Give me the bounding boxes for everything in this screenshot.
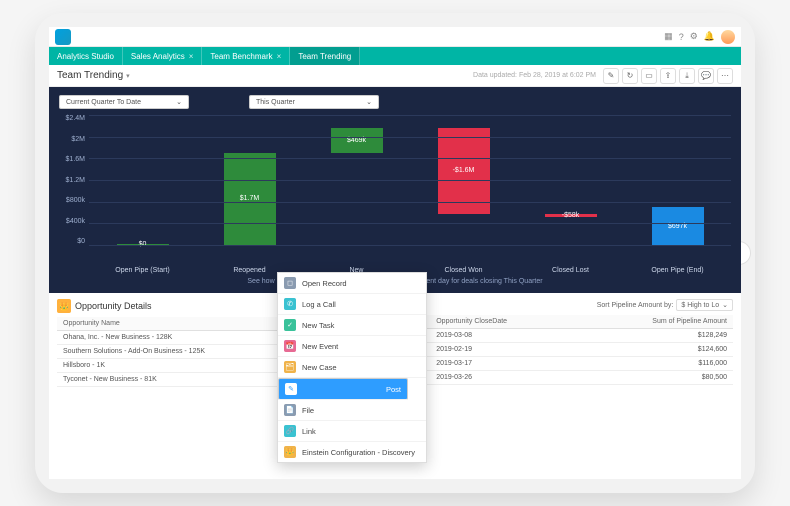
menu-icon: ✎ (285, 383, 297, 395)
menu-icon: 🔗 (284, 425, 296, 437)
salesforce-logo (55, 29, 71, 45)
context-menu: ◻Open Record✆Log a Call✓New Task📅New Eve… (277, 272, 427, 463)
download-button[interactable]: ⤓ (679, 68, 695, 84)
menu-icon: ✆ (284, 298, 296, 310)
present-button[interactable]: ▭ (641, 68, 657, 84)
chart-panel: Current Quarter To Date⌄ This Quarter⌄ $… (49, 87, 741, 293)
crown-icon: 👑 (57, 299, 71, 313)
tab-team-trending[interactable]: Team Trending (290, 47, 360, 65)
chevron-down-icon: ⌄ (366, 98, 372, 106)
data-updated-label: Data updated: Feb 28, 2019 at 6:02 PM (473, 72, 596, 79)
menu-icon: 📄 (284, 404, 296, 416)
waterfall-chart: $2.4M$2M$1.6M$1.2M$800k$400k$0 $0$1.7M$4… (59, 115, 731, 265)
menu-item[interactable]: ◻Open Record (278, 273, 426, 294)
avatar[interactable] (721, 30, 735, 44)
screen: ▦ ? ⚙ 🔔 Analytics Studio Sales Analytics… (49, 27, 741, 479)
share-button[interactable]: ⇪ (660, 68, 676, 84)
menu-icon: ✓ (284, 319, 296, 331)
workspace-tabs: Analytics Studio Sales Analytics× Team B… (49, 47, 741, 65)
table-row[interactable]: Ohana, Inc. - New Business - 128K (57, 331, 314, 345)
tab-analytics-studio[interactable]: Analytics Studio (49, 47, 123, 65)
col-amount[interactable]: Sum of Pipeline Amount (578, 315, 733, 329)
menu-item[interactable]: ✆Log a Call (278, 294, 426, 315)
menu-item[interactable]: 📄File (278, 400, 426, 421)
period-select[interactable]: Current Quarter To Date⌄ (59, 95, 189, 109)
col-opportunity-name[interactable]: Opportunity Name (57, 317, 314, 331)
close-icon[interactable]: × (277, 52, 282, 61)
page-header: Team Trending▾ Data updated: Feb 28, 201… (49, 65, 741, 87)
menu-item[interactable]: ✓New Task (278, 315, 426, 336)
grid-icon[interactable]: ▦ (664, 31, 673, 42)
details-title: 👑 Opportunity Details (57, 299, 152, 313)
gear-icon[interactable]: ⚙ (690, 31, 698, 42)
table-row[interactable]: Southern Solutions - Add-On Business - 1… (57, 345, 314, 359)
sort-control: Sort Pipeline Amount by: $ High to Lo⌄ (597, 299, 733, 311)
menu-icon: 🗂 (284, 361, 296, 373)
compare-select[interactable]: This Quarter⌄ (249, 95, 379, 109)
menu-icon: ◻ (284, 277, 296, 289)
tablet-frame: ▦ ? ⚙ 🔔 Analytics Studio Sales Analytics… (35, 13, 755, 493)
bell-icon[interactable]: 🔔 (704, 31, 715, 42)
more-button[interactable]: ⋯ (717, 68, 733, 84)
menu-item[interactable]: ✎Post (278, 378, 408, 400)
menu-icon: 📅 (284, 340, 296, 352)
global-actions: ▦ ? ⚙ 🔔 (664, 30, 735, 44)
opportunity-name-table: Opportunity Name Ohana, Inc. - New Busin… (57, 317, 314, 387)
close-icon[interactable]: × (189, 52, 194, 61)
tab-team-benchmark[interactable]: Team Benchmark× (202, 47, 290, 65)
global-header: ▦ ? ⚙ 🔔 (49, 27, 741, 47)
edit-button[interactable]: ✎ (603, 68, 619, 84)
menu-item[interactable]: 👑Einstein Configuration - Discovery (278, 442, 426, 462)
chevron-down-icon: ▾ (126, 73, 130, 80)
chevron-down-icon: ⌄ (176, 98, 182, 106)
col-close-date[interactable]: Opportunity CloseDate (430, 315, 578, 329)
menu-item[interactable]: 🔗Link (278, 421, 426, 442)
page-title[interactable]: Team Trending▾ (57, 70, 130, 81)
menu-icon: 👑 (284, 446, 296, 458)
help-icon[interactable]: ? (679, 32, 684, 42)
table-row[interactable]: Tyconet - New Business - 81K (57, 373, 314, 387)
menu-item[interactable]: 🗂New Case (278, 357, 426, 378)
menu-item[interactable]: 📅New Event (278, 336, 426, 357)
table-row[interactable]: Hillsboro - 1K (57, 359, 314, 373)
comment-button[interactable]: 💬 (698, 68, 714, 84)
chevron-down-icon: ⌄ (722, 301, 728, 309)
refresh-button[interactable]: ↻ (622, 68, 638, 84)
tab-sales-analytics[interactable]: Sales Analytics× (123, 47, 202, 65)
sort-select[interactable]: $ High to Lo⌄ (676, 299, 733, 311)
